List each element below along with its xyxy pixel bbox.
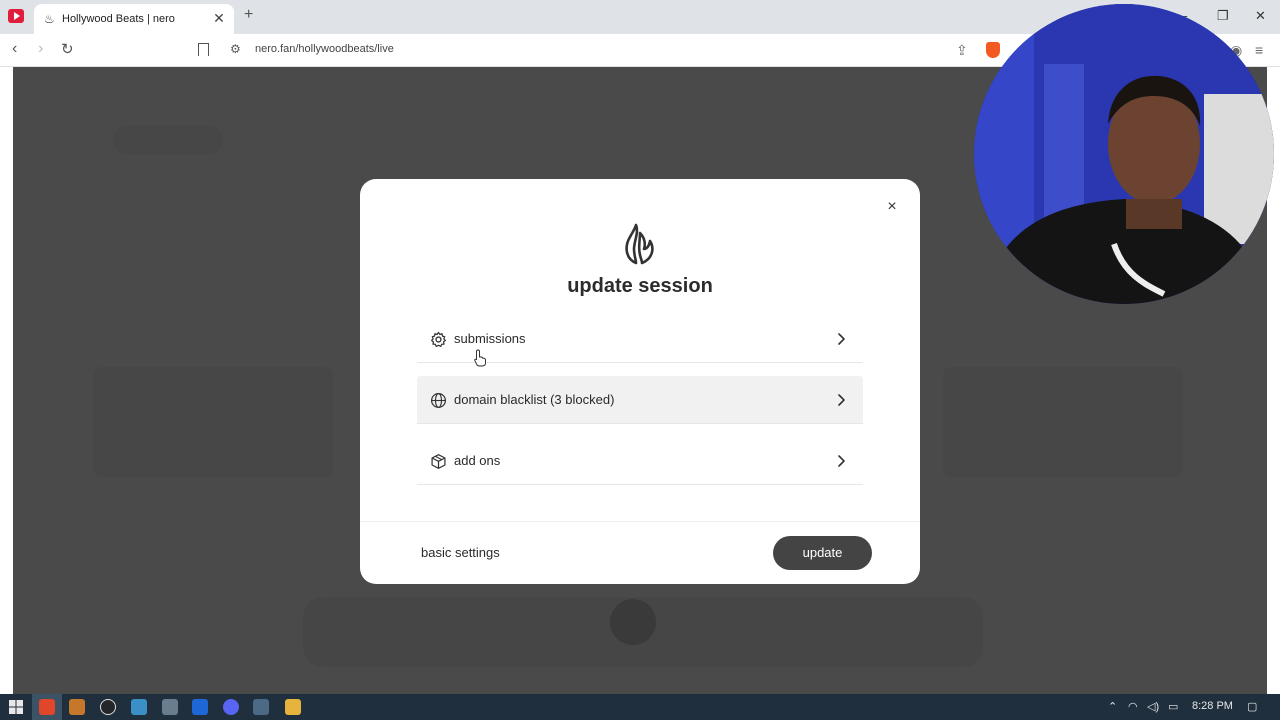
modal-title: update session <box>567 275 713 297</box>
forward-icon[interactable]: › <box>38 40 43 58</box>
volume-icon[interactable]: ◁) <box>1147 700 1159 713</box>
close-tab-icon[interactable]: ✕ <box>212 10 226 27</box>
nero-favicon-icon: ♨ <box>44 12 55 26</box>
bookmark-icon[interactable] <box>198 43 209 56</box>
obs-icon[interactable] <box>100 699 116 715</box>
domain-blacklist-option[interactable]: domain blacklist (3 blocked) <box>417 376 863 424</box>
share-icon[interactable]: ⇪ <box>956 42 968 59</box>
update-session-modal: × update session submissions domain blac… <box>360 179 920 584</box>
domain-blacklist-label: domain blacklist (3 blocked) <box>454 392 615 407</box>
network-icon[interactable]: ◠ <box>1128 700 1138 713</box>
windows-start-icon[interactable] <box>9 700 23 714</box>
window-close-icon[interactable]: ✕ <box>1255 8 1266 24</box>
background-pill <box>113 125 223 155</box>
windows-taskbar: ⌃ ◠ ◁) ▭ 8:28 PM ▢ <box>0 694 1280 720</box>
chevron-right-icon <box>838 394 845 406</box>
tab-title: Hollywood Beats | nero <box>62 13 175 25</box>
nero-logo-icon <box>625 223 654 265</box>
add-ons-label: add ons <box>454 453 501 468</box>
update-button[interactable]: update <box>773 536 872 570</box>
youtube-icon[interactable] <box>8 9 24 23</box>
webcam-overlay <box>974 4 1274 304</box>
address-bar[interactable]: nero.fan/hollywoodbeats/live <box>255 43 394 55</box>
modal-footer: basic settings update <box>360 521 920 584</box>
chevron-right-icon <box>838 455 845 467</box>
tray-chevron-up-icon[interactable]: ⌃ <box>1108 700 1117 713</box>
notifications-icon[interactable]: ▢ <box>1247 700 1257 713</box>
dropbox-icon[interactable] <box>192 699 208 715</box>
calculator-icon[interactable] <box>253 699 269 715</box>
streamer-video <box>974 4 1274 304</box>
background-card <box>943 367 1183 477</box>
submissions-label: submissions <box>454 331 526 346</box>
basic-settings-button[interactable]: basic settings <box>408 536 513 570</box>
brave-browser-icon[interactable] <box>39 699 55 715</box>
battery-icon[interactable]: ▭ <box>1168 700 1178 713</box>
new-tab-button[interactable]: + <box>244 6 253 24</box>
app-icon[interactable] <box>162 699 178 715</box>
restore-icon[interactable]: ❐ <box>1217 8 1229 24</box>
gear-icon <box>430 331 447 348</box>
chevron-right-icon <box>838 333 845 345</box>
app-icon[interactable] <box>69 699 85 715</box>
back-icon[interactable]: ‹ <box>12 40 17 58</box>
brave-shields-icon[interactable] <box>986 42 1000 58</box>
background-card <box>93 367 333 477</box>
browser-tab[interactable]: ♨ Hollywood Beats | nero ✕ <box>34 4 234 34</box>
reload-icon[interactable]: ↻ <box>61 40 74 58</box>
file-explorer-icon[interactable] <box>285 699 301 715</box>
clock[interactable]: 8:28 PM <box>1192 700 1233 712</box>
add-ons-option[interactable]: add ons <box>417 437 863 485</box>
app-icon[interactable] <box>131 699 147 715</box>
globe-icon <box>430 392 447 409</box>
hand-cursor-icon <box>474 349 486 367</box>
site-settings-icon[interactable]: ⚙ <box>230 42 241 56</box>
close-icon[interactable]: × <box>882 197 902 217</box>
discord-icon[interactable] <box>223 699 239 715</box>
background-play-icon <box>610 599 656 645</box>
box-icon <box>431 454 446 469</box>
menu-icon[interactable]: ≡ <box>1255 42 1263 58</box>
